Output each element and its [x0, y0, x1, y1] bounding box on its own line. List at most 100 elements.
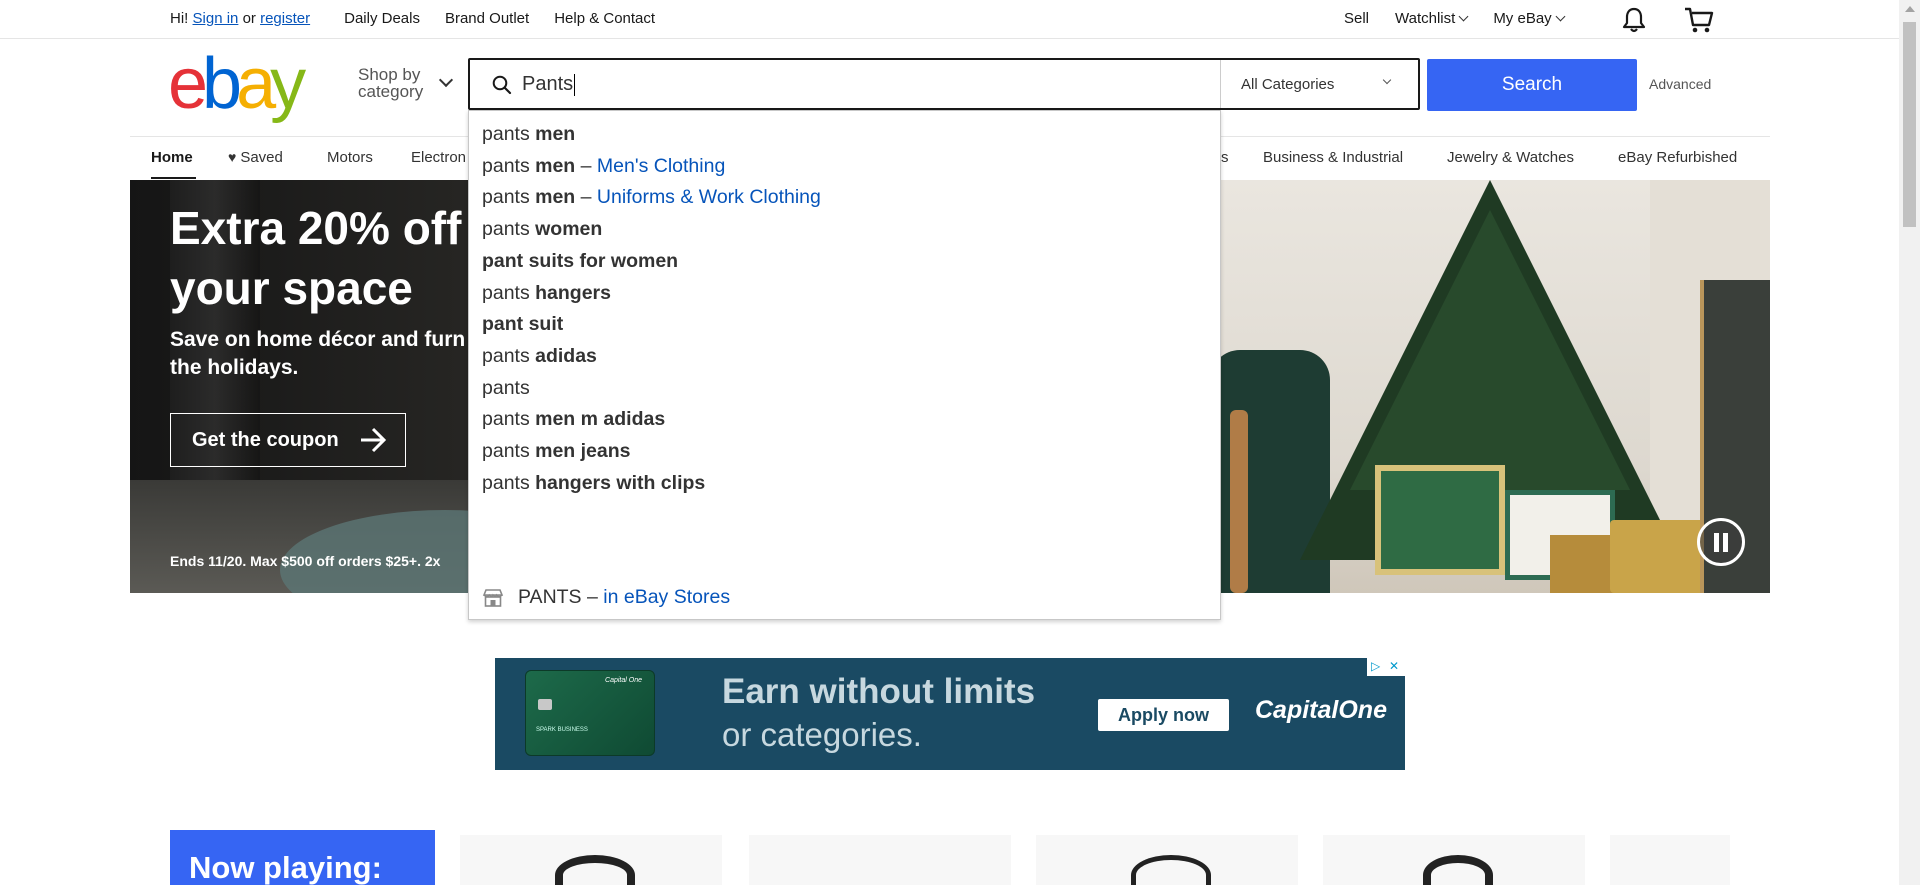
nav-hidden-item[interactable]: s	[1221, 149, 1229, 166]
logo-letter-a: a	[236, 44, 276, 124]
greeting-prefix: Hi!	[170, 10, 189, 27]
store-suggestion-sep: –	[581, 586, 604, 608]
product-tile[interactable]	[1323, 835, 1585, 885]
suggestion-plain: pants	[482, 408, 536, 430]
apply-now-button[interactable]: Apply now	[1098, 699, 1229, 731]
watchlist-label: Watchlist	[1395, 10, 1456, 27]
suggestion-bold: men jeans	[535, 440, 631, 462]
headphones-image	[1423, 855, 1493, 885]
suggestion-item[interactable]: pants hangers with clips	[482, 472, 705, 495]
suggestion-category: Men's Clothing	[596, 155, 726, 177]
suggestion-item[interactable]: pants women	[482, 218, 602, 241]
nav-home[interactable]: Home	[151, 149, 193, 166]
store-icon	[482, 589, 504, 607]
sell-link[interactable]: Sell	[1344, 10, 1369, 27]
suggestion-plain: pants	[482, 440, 536, 462]
suggestion-item[interactable]: pant suit	[482, 313, 563, 336]
chevron-down-icon	[1458, 11, 1469, 22]
suggestion-bold: hangers with clips	[535, 472, 706, 494]
capital-one-logo: CapitalOne	[1255, 696, 1387, 724]
text-caret	[574, 73, 576, 96]
search-input[interactable]: Pants	[522, 73, 576, 96]
suggestion-bold: men m adidas	[535, 408, 666, 430]
register-link[interactable]: register	[260, 10, 310, 27]
watchlist-dropdown[interactable]: Watchlist	[1395, 10, 1469, 27]
suggestion-plain: pants	[482, 472, 536, 494]
greeting: Hi! Sign in or register	[170, 10, 310, 27]
suggestion-item[interactable]: pant suits for women	[482, 250, 678, 273]
suggestion-bold: men	[535, 186, 576, 208]
cart-icon[interactable]	[1683, 6, 1715, 34]
suggestion-item[interactable]: pants hangers	[482, 282, 611, 305]
close-icon[interactable]: ✕	[1389, 659, 1399, 673]
shop-by-category-button[interactable]: Shop by category	[358, 66, 454, 101]
card-brand: Capital One	[605, 677, 642, 684]
search-input-value: Pants	[522, 73, 574, 95]
get-coupon-label: Get the coupon	[192, 429, 339, 451]
logo-letter-b: b	[202, 44, 242, 124]
ad-subheadline: or categories.	[722, 716, 922, 753]
page-scrollbar[interactable]	[1899, 0, 1920, 885]
suggestion-plain: pants	[482, 282, 536, 304]
credit-card-image: Capital One SPARK BUSINESS	[525, 670, 655, 756]
help-contact-link[interactable]: Help & Contact	[554, 10, 655, 27]
product-tile[interactable]	[1610, 835, 1730, 885]
nav-saved[interactable]: ♥ Saved	[228, 149, 283, 166]
suggestion-item[interactable]: pants men m adidas	[482, 408, 665, 431]
chevron-down-icon	[1382, 75, 1392, 85]
suggestion-bold: pant suit	[482, 313, 564, 335]
gift-box	[1375, 465, 1505, 575]
nav-ebay-refurbished[interactable]: eBay Refurbished	[1618, 149, 1737, 166]
suggestion-item[interactable]: pants men – Men's Clothing	[482, 155, 725, 178]
suggestion-plain: pants	[482, 123, 536, 145]
get-coupon-button[interactable]: Get the coupon	[170, 413, 406, 467]
suggestion-item[interactable]: pants	[482, 377, 530, 400]
nav-motors[interactable]: Motors	[327, 149, 373, 166]
suggestion-item[interactable]: pants adidas	[482, 345, 597, 368]
suggestion-plain: pants	[482, 377, 530, 399]
category-select[interactable]: All Categories	[1220, 60, 1418, 108]
logo-letter-y: y	[270, 44, 306, 124]
search-icon	[492, 75, 512, 95]
store-suggestion[interactable]: PANTS – in eBay Stores	[482, 586, 730, 609]
card-spark-text: SPARK BUSINESS	[536, 727, 588, 733]
suggestion-plain: pants	[482, 218, 536, 240]
suggestion-bold: adidas	[535, 345, 597, 367]
product-tile[interactable]	[460, 835, 722, 885]
store-suggestion-label: PANTS	[518, 586, 582, 608]
scroll-up-arrow-icon[interactable]	[1905, 6, 1915, 12]
sell-label: Sell	[1344, 10, 1370, 27]
nav-jewelry-watches[interactable]: Jewelry & Watches	[1447, 149, 1574, 166]
suggestion-item[interactable]: pants men	[482, 123, 575, 146]
suggestion-plain: pants	[482, 186, 536, 208]
brand-outlet-link[interactable]: Brand Outlet	[445, 10, 529, 27]
product-tile[interactable]	[1036, 835, 1298, 885]
nav-business-industrial[interactable]: Business & Industrial	[1263, 149, 1403, 166]
pause-icon[interactable]	[1697, 518, 1745, 566]
product-tile[interactable]	[749, 835, 1011, 885]
bell-icon[interactable]	[1620, 6, 1648, 34]
capital-one-ad[interactable]: Capital One SPARK BUSINESS Earn without …	[495, 658, 1405, 770]
search-bar: Pants All Categories	[468, 58, 1420, 110]
search-suggestions-dropdown: pants men pants men – Men's Clothing pants…	[468, 110, 1221, 620]
headphones-image	[555, 855, 635, 885]
nav-electronics[interactable]: Electron	[411, 149, 466, 166]
shop-by-line2: category	[358, 82, 424, 101]
suggestion-bold: men	[535, 123, 576, 145]
headphones-image	[1131, 855, 1211, 885]
suggestion-item[interactable]: pants men – Uniforms & Work Clothing	[482, 186, 821, 209]
heart-icon: ♥	[228, 149, 237, 165]
sign-in-link[interactable]: Sign in	[193, 10, 239, 27]
search-button[interactable]: Search	[1427, 59, 1637, 111]
my-ebay-dropdown[interactable]: My eBay	[1493, 10, 1566, 27]
ebay-logo[interactable]: e b a y	[168, 44, 306, 124]
scrollbar-thumb[interactable]	[1903, 22, 1916, 227]
daily-deals-link[interactable]: Daily Deals	[344, 10, 420, 27]
my-ebay-label: My eBay	[1493, 10, 1552, 27]
suggestion-item[interactable]: pants men jeans	[482, 440, 631, 463]
top-bar-right: Sell Watchlist My eBay	[1344, 10, 1590, 27]
advanced-search-link[interactable]: Advanced	[1649, 76, 1711, 92]
top-bar-left: Hi! Sign in or register Daily Deals Bran…	[170, 10, 680, 27]
adchoices-icon[interactable]: ▷ ✕	[1367, 658, 1405, 676]
suggestion-sep: –	[575, 155, 597, 177]
